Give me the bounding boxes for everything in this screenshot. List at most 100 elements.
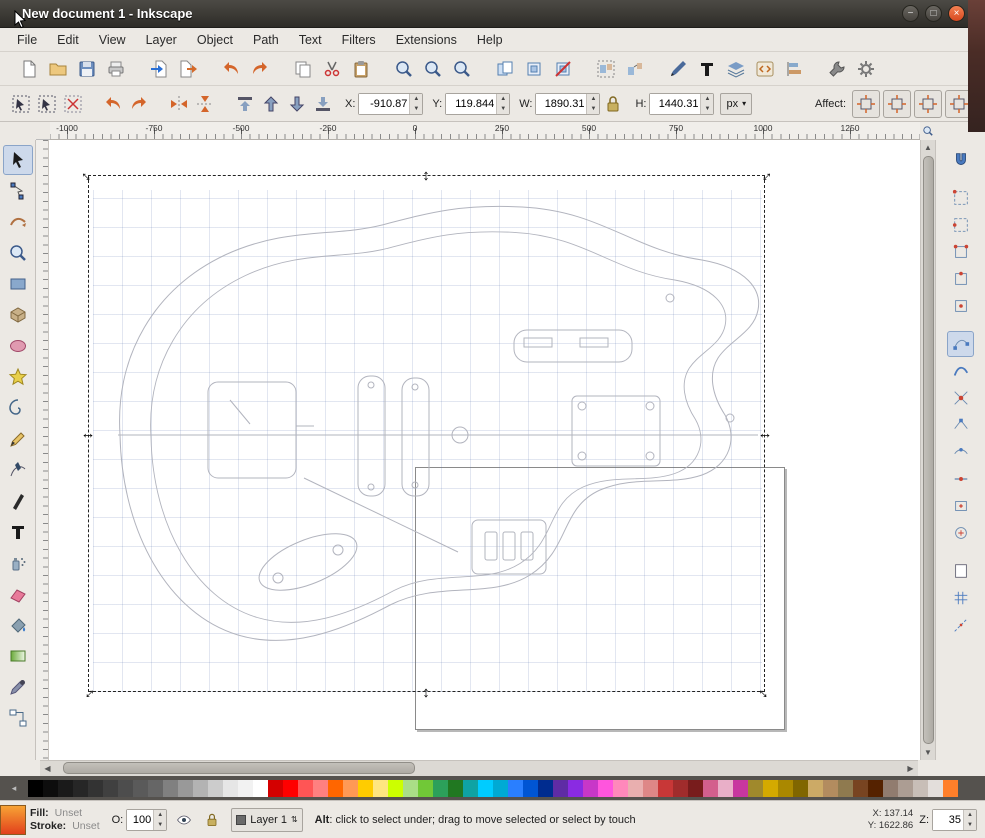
palette-swatch[interactable] — [73, 779, 88, 797]
palette-swatch[interactable] — [898, 779, 913, 797]
import-button[interactable] — [144, 54, 173, 83]
palette-swatch[interactable] — [463, 779, 478, 797]
palette-swatch[interactable] — [313, 779, 328, 797]
input-devices-button[interactable] — [851, 54, 880, 83]
palette-swatch[interactable] — [913, 779, 928, 797]
horizontal-scrollbar[interactable]: ◀ ▶ — [40, 760, 918, 776]
y-input[interactable]: ▲▼ — [445, 92, 511, 115]
spray-tool[interactable] — [3, 548, 33, 578]
select-all-button[interactable] — [8, 91, 34, 117]
palette-swatch[interactable] — [283, 779, 298, 797]
palette-swatch[interactable] — [433, 779, 448, 797]
layer-selector[interactable]: Layer 1 ⇅ — [231, 807, 303, 832]
save-document-button[interactable] — [72, 54, 101, 83]
palette-swatch[interactable] — [943, 779, 958, 797]
palette-swatch[interactable] — [613, 779, 628, 797]
palette-swatch[interactable] — [388, 779, 403, 797]
snap-nodes-toggle[interactable] — [947, 331, 974, 357]
snap-bbox-centers-toggle[interactable] — [947, 293, 974, 319]
group-button[interactable] — [591, 54, 620, 83]
snap-page-border-toggle[interactable] — [947, 558, 974, 584]
palette-swatch[interactable] — [28, 779, 43, 797]
unlink-clone-button[interactable] — [548, 54, 577, 83]
palette-swatch[interactable] — [253, 779, 268, 797]
duplicate-button[interactable] — [490, 54, 519, 83]
snap-enable-toggle[interactable] — [947, 147, 974, 173]
palette-swatch[interactable] — [163, 779, 178, 797]
selection-handle-s[interactable]: ↕ — [418, 684, 434, 700]
palette-swatch[interactable] — [403, 779, 418, 797]
create-clone-button[interactable] — [519, 54, 548, 83]
copy-button[interactable] — [288, 54, 317, 83]
spiral-tool[interactable] — [3, 393, 33, 423]
star-tool[interactable] — [3, 362, 33, 392]
palette-swatch[interactable] — [733, 779, 748, 797]
palette-swatch[interactable] — [538, 779, 553, 797]
canvas[interactable]: ↔ ↕ ↔ ↔ ↔ ↔ ↕ ↔ — [36, 140, 920, 760]
palette-swatch[interactable] — [268, 779, 283, 797]
zoom-page-button[interactable] — [447, 54, 476, 83]
rotate-ccw-button[interactable] — [100, 91, 126, 117]
palette-swatch[interactable] — [853, 779, 868, 797]
snap-bbox-edges-toggle[interactable] — [947, 212, 974, 238]
affect-gradient-toggle[interactable] — [914, 89, 942, 118]
menu-text[interactable]: Text — [290, 30, 331, 50]
layers-dialog-button[interactable] — [721, 54, 750, 83]
box3d-tool[interactable] — [3, 300, 33, 330]
menu-filters[interactable]: Filters — [333, 30, 385, 50]
horizontal-ruler[interactable]: -1000 -750 -500 -250 0 250 500 750 1000 1250 — [50, 122, 920, 140]
menu-extensions[interactable]: Extensions — [387, 30, 466, 50]
palette-swatch[interactable] — [598, 779, 613, 797]
snap-path-intersections-toggle[interactable] — [947, 385, 974, 411]
fill-stroke-dialog-button[interactable] — [663, 54, 692, 83]
palette-swatch[interactable] — [58, 779, 73, 797]
text-tool[interactable] — [3, 517, 33, 547]
palette-swatch[interactable] — [478, 779, 493, 797]
rectangle-tool[interactable] — [3, 269, 33, 299]
palette-swatch[interactable] — [88, 779, 103, 797]
gradient-tool[interactable] — [3, 641, 33, 671]
palette-swatch[interactable] — [103, 779, 118, 797]
palette-swatch[interactable] — [763, 779, 778, 797]
width-input[interactable]: ▲▼ — [535, 92, 601, 115]
palette-swatch[interactable] — [868, 779, 883, 797]
palette-swatch[interactable] — [238, 779, 253, 797]
preferences-button[interactable] — [822, 54, 851, 83]
palette-swatch[interactable] — [373, 779, 388, 797]
snap-bounding-box-toggle[interactable] — [947, 185, 974, 211]
x-input[interactable]: ▲▼ — [358, 92, 424, 115]
redo-button[interactable] — [245, 54, 274, 83]
xml-editor-button[interactable] — [750, 54, 779, 83]
palette-swatch[interactable] — [673, 779, 688, 797]
height-input[interactable]: ▲▼ — [649, 92, 715, 115]
palette-swatch[interactable] — [823, 779, 838, 797]
minimize-button[interactable]: − — [902, 5, 919, 22]
selector-tool[interactable] — [2, 145, 33, 175]
palette-swatch[interactable] — [193, 779, 208, 797]
eraser-tool[interactable] — [3, 579, 33, 609]
snap-rotation-centers-toggle[interactable] — [947, 520, 974, 546]
calligraphy-tool[interactable] — [3, 486, 33, 516]
print-button[interactable] — [101, 54, 130, 83]
palette-swatch[interactable] — [448, 779, 463, 797]
cut-button[interactable] — [317, 54, 346, 83]
scroll-left-arrow[interactable]: ◀ — [40, 761, 55, 776]
align-dialog-button[interactable] — [779, 54, 808, 83]
selection-handle-e[interactable]: ↔ — [757, 425, 773, 441]
menu-object[interactable]: Object — [188, 30, 242, 50]
node-tool[interactable] — [3, 176, 33, 206]
close-button[interactable]: × — [948, 5, 965, 22]
palette-swatch[interactable] — [328, 779, 343, 797]
palette-swatch[interactable] — [553, 779, 568, 797]
deselect-button[interactable] — [60, 91, 86, 117]
lock-width-height-toggle[interactable] — [600, 91, 626, 117]
flip-vertical-button[interactable] — [192, 91, 218, 117]
quick-zoom-button[interactable] — [920, 122, 935, 140]
unit-selector[interactable]: px ▾ — [720, 92, 753, 115]
snap-bbox-edge-midpoints-toggle[interactable] — [947, 266, 974, 292]
undo-button[interactable] — [216, 54, 245, 83]
fill-stroke-indicator[interactable] — [0, 804, 26, 835]
palette-swatch[interactable] — [523, 779, 538, 797]
palette-swatch[interactable] — [118, 779, 133, 797]
selection-handle-w[interactable]: ↔ — [80, 425, 96, 441]
